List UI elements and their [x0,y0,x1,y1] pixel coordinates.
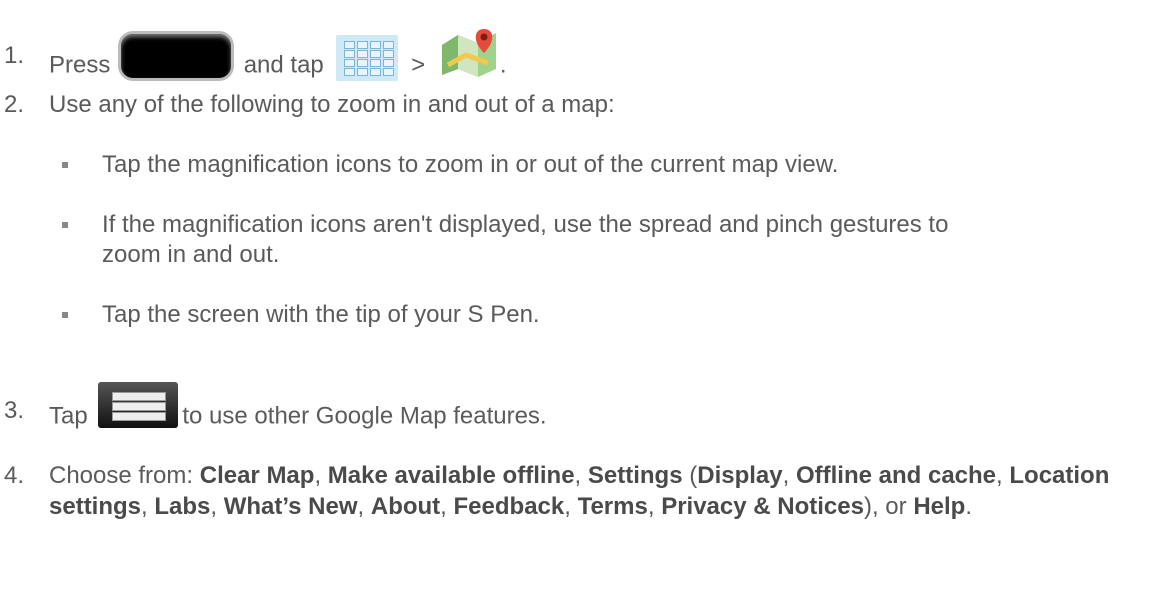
step-text: Use any of the following to zoom in and … [49,91,615,118]
bullet-text: zoom in and out. [102,241,280,268]
bullet-icon [62,312,68,318]
step-number: 4. [4,462,25,489]
step-number: 3. [4,397,25,424]
menu-key-icon [98,382,179,428]
step-text: . [499,51,507,79]
bullet-icon [62,162,68,168]
step-number: 2. [4,91,25,118]
step-number: 1. [4,42,25,69]
bullet-text: If the magnification icons aren't displa… [102,211,949,238]
maps-app-icon [438,25,500,79]
bullet-text: Tap the magnification icons to zoom in o… [102,151,839,178]
step-text: Tap [49,402,88,430]
bullet-text: Tap the screen with the tip of your S Pe… [102,301,540,328]
home-key-icon [121,34,232,78]
step-text: to use other Google Map features. [182,402,547,430]
step-text: > [411,51,426,79]
bullet-icon [62,222,68,228]
applications-icon [336,35,399,81]
step-text: and tap [243,51,324,79]
step-text: Press [49,51,111,79]
step-4-text: Choose from: Clear Map, Make available o… [49,462,1110,520]
